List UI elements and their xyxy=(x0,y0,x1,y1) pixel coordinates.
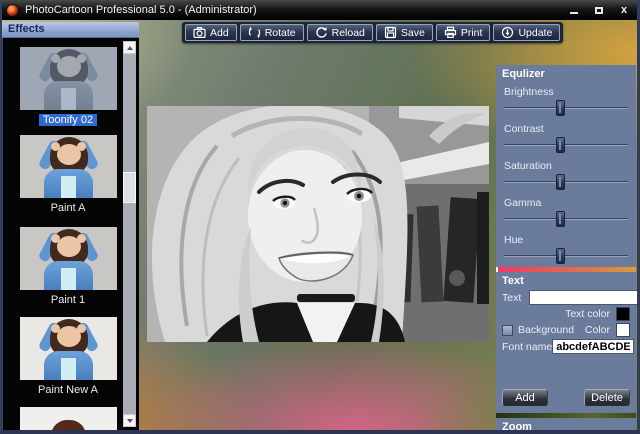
rotate-button[interactable]: Rotate xyxy=(239,24,304,41)
slider-group-contrast: Contrast xyxy=(496,118,636,155)
contrast-slider-thumb[interactable] xyxy=(555,137,565,153)
add-button-label: Add xyxy=(210,26,229,39)
font-name-input[interactable] xyxy=(552,339,635,355)
effects-scrollbar[interactable] xyxy=(123,41,136,427)
background-color-swatch[interactable] xyxy=(616,323,630,338)
close-button[interactable]: x xyxy=(618,4,630,16)
text-panel-header: Text xyxy=(502,275,524,288)
minimize-icon xyxy=(570,11,578,14)
text-panel-buttons: Add Delete xyxy=(502,389,630,407)
slider-group-gamma: Gamma xyxy=(496,192,636,229)
effect-item-toonify-02[interactable]: Toonify 02 xyxy=(15,47,121,127)
hue-label: Hue xyxy=(504,234,524,246)
effects-panel: Effects Toonify 02 Paint A Paint 1 Paint… xyxy=(2,22,139,430)
scroll-up-icon xyxy=(126,45,133,50)
save-button[interactable]: Save xyxy=(375,24,433,41)
add-text-button[interactable]: Add xyxy=(502,389,548,407)
maximize-button[interactable] xyxy=(593,4,605,16)
minimize-button[interactable] xyxy=(568,4,580,16)
effect-thumbnail xyxy=(19,47,117,110)
effects-list: Toonify 02 Paint A Paint 1 Paint New A xyxy=(2,38,139,430)
gamma-label: Gamma xyxy=(504,197,542,209)
background-label: Background xyxy=(518,324,575,337)
photo-canvas xyxy=(147,106,489,342)
app-window: PhotoCartoon Professional 5.0 - (Adminis… xyxy=(0,0,640,434)
save-button-label: Save xyxy=(400,26,425,39)
color-label: Color xyxy=(584,324,610,337)
delete-text-button[interactable]: Delete xyxy=(584,389,630,407)
text-field-label: Text xyxy=(502,291,522,304)
effect-label: Paint New A xyxy=(38,384,98,396)
camera-icon xyxy=(193,27,206,39)
effect-label: Paint 1 xyxy=(50,294,86,306)
reload-icon xyxy=(315,27,327,38)
reload-button[interactable]: Reload xyxy=(306,24,373,41)
effect-label: Paint A xyxy=(50,202,86,214)
hue-slider-thumb[interactable] xyxy=(555,248,565,264)
effect-item-paint-1[interactable]: Paint 1 xyxy=(15,227,121,307)
hue-slider[interactable] xyxy=(504,248,628,264)
app-logo-icon xyxy=(6,3,19,17)
background-checkbox[interactable] xyxy=(502,324,513,336)
text-input[interactable] xyxy=(529,290,640,306)
effect-item-paint-new-a[interactable]: Paint New A xyxy=(15,317,121,397)
print-button-label: Print xyxy=(460,26,483,39)
reload-button-label: Reload xyxy=(331,26,365,39)
text-input-row: Text xyxy=(502,290,640,306)
contrast-label: Contrast xyxy=(504,123,544,135)
rotate-icon xyxy=(248,26,260,39)
text-color-row: Text color xyxy=(502,307,630,322)
slider-group-saturation: Saturation xyxy=(496,155,636,192)
equalizer-header: Equlizer xyxy=(502,68,545,80)
brightness-label: Brightness xyxy=(504,86,554,98)
effect-thumbnail xyxy=(19,227,117,290)
zoom-panel-header: Zoom xyxy=(502,421,532,433)
saturation-slider[interactable] xyxy=(504,174,628,190)
scroll-down-button[interactable] xyxy=(123,414,136,427)
gamma-slider[interactable] xyxy=(504,211,628,227)
photo-grayscale-portrait xyxy=(147,106,489,342)
maximize-icon xyxy=(595,6,603,14)
brightness-slider[interactable] xyxy=(504,100,628,116)
text-color-swatch[interactable] xyxy=(616,307,630,322)
zoom-panel: Zoom xyxy=(496,418,636,434)
save-icon xyxy=(384,26,397,39)
effect-thumbnail xyxy=(19,135,117,198)
update-button-label: Update xyxy=(518,26,553,39)
effect-item-paint-a[interactable]: Paint A xyxy=(15,135,121,215)
effect-label: Toonify 02 xyxy=(15,114,121,127)
effect-thumbnail xyxy=(19,407,117,430)
gamma-slider-thumb[interactable] xyxy=(555,211,565,227)
background-color-row: Background Color xyxy=(502,323,630,338)
font-name-label: Font name xyxy=(502,340,553,353)
contrast-slider[interactable] xyxy=(504,137,628,153)
scrollbar-thumb[interactable] xyxy=(123,172,136,203)
scroll-up-button[interactable] xyxy=(123,41,136,54)
update-icon xyxy=(502,26,514,39)
effect-item-partial[interactable] xyxy=(15,407,121,430)
rotate-button-label: Rotate xyxy=(264,26,296,39)
saturation-slider-thumb[interactable] xyxy=(555,174,565,190)
titlebar: PhotoCartoon Professional 5.0 - (Adminis… xyxy=(0,0,640,20)
scroll-down-icon xyxy=(126,418,133,423)
text-panel: Text Text Text color Background Color Fo… xyxy=(496,272,640,414)
print-icon xyxy=(444,26,456,39)
update-button[interactable]: Update xyxy=(493,24,561,41)
effect-thumbnail xyxy=(19,317,117,380)
font-name-row: Font name xyxy=(502,339,635,355)
print-button[interactable]: Print xyxy=(435,24,491,41)
text-color-label: Text color xyxy=(565,308,610,321)
slider-group-brightness: Brightness xyxy=(496,81,636,118)
brightness-slider-thumb[interactable] xyxy=(555,100,565,116)
slider-group-hue: Hue xyxy=(496,229,636,266)
saturation-label: Saturation xyxy=(504,160,552,172)
equalizer-panel: Equlizer Brightness Contrast Saturation … xyxy=(496,65,636,268)
add-button[interactable]: Add xyxy=(185,24,237,41)
right-sidebar: Equlizer Brightness Contrast Saturation … xyxy=(496,65,640,434)
window-title: PhotoCartoon Professional 5.0 - (Adminis… xyxy=(25,4,257,16)
main-toolbar: Add Rotate Reload Save Print Update xyxy=(182,22,564,43)
effects-panel-header: Effects xyxy=(2,22,139,38)
